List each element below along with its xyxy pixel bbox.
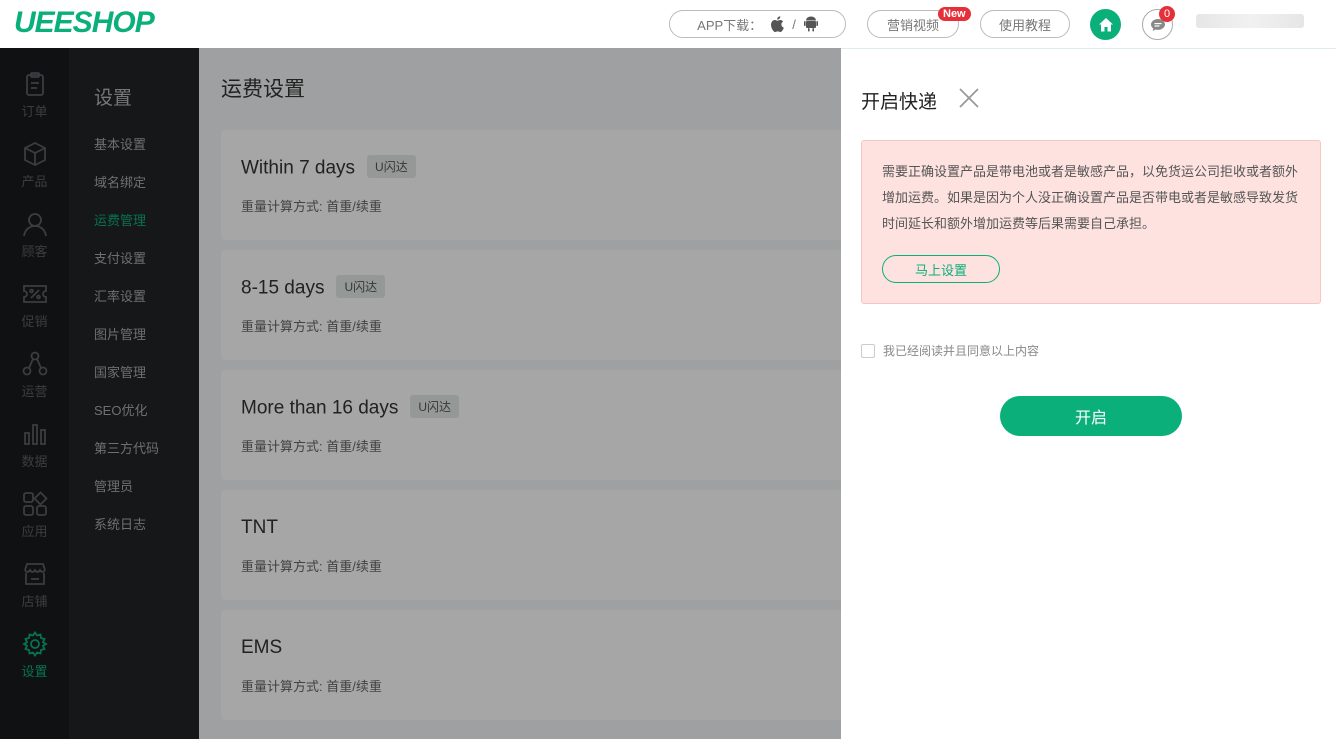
app-download-slash: / — [792, 16, 796, 32]
tutorial-button[interactable]: 使用教程 — [980, 10, 1070, 38]
setup-now-button[interactable]: 马上设置 — [882, 255, 1000, 283]
warning-alert: 需要正确设置产品是带电池或者是敏感产品，以免货运公司拒收或者额外增加运费。如果是… — [861, 140, 1321, 304]
user-account[interactable] — [1196, 14, 1304, 28]
enable-express-drawer: 开启快递 需要正确设置产品是带电池或者是敏感产品，以免货运公司拒收或者额外增加运… — [841, 48, 1336, 739]
home-button[interactable] — [1090, 9, 1121, 40]
home-icon — [1098, 17, 1113, 31]
enable-button[interactable]: 开启 — [1000, 396, 1182, 436]
agree-checkbox-row[interactable]: 我已经阅读并且同意以上内容 — [861, 342, 1039, 359]
top-header: UEESHOP APP下载： / 营销视频 New 使用教程 0 — [0, 0, 1336, 48]
apple-icon[interactable] — [770, 16, 784, 32]
drawer-title: 开启快递 — [861, 92, 938, 113]
close-icon[interactable] — [957, 86, 981, 110]
message-count-badge: 0 — [1159, 6, 1175, 22]
agree-checkbox[interactable] — [861, 343, 875, 358]
modal-overlay[interactable] — [0, 48, 841, 739]
logo[interactable]: UEESHOP — [14, 6, 155, 40]
alert-text: 需要正确设置产品是带电池或者是敏感产品，以免货运公司拒收或者额外增加运费。如果是… — [882, 164, 1299, 231]
new-badge: New — [938, 7, 971, 21]
agree-label: 我已经阅读并且同意以上内容 — [883, 344, 1040, 358]
android-icon[interactable] — [803, 16, 818, 32]
app-download-pill: APP下载： / — [669, 10, 846, 38]
app-download-label: APP下载： — [697, 17, 763, 33]
